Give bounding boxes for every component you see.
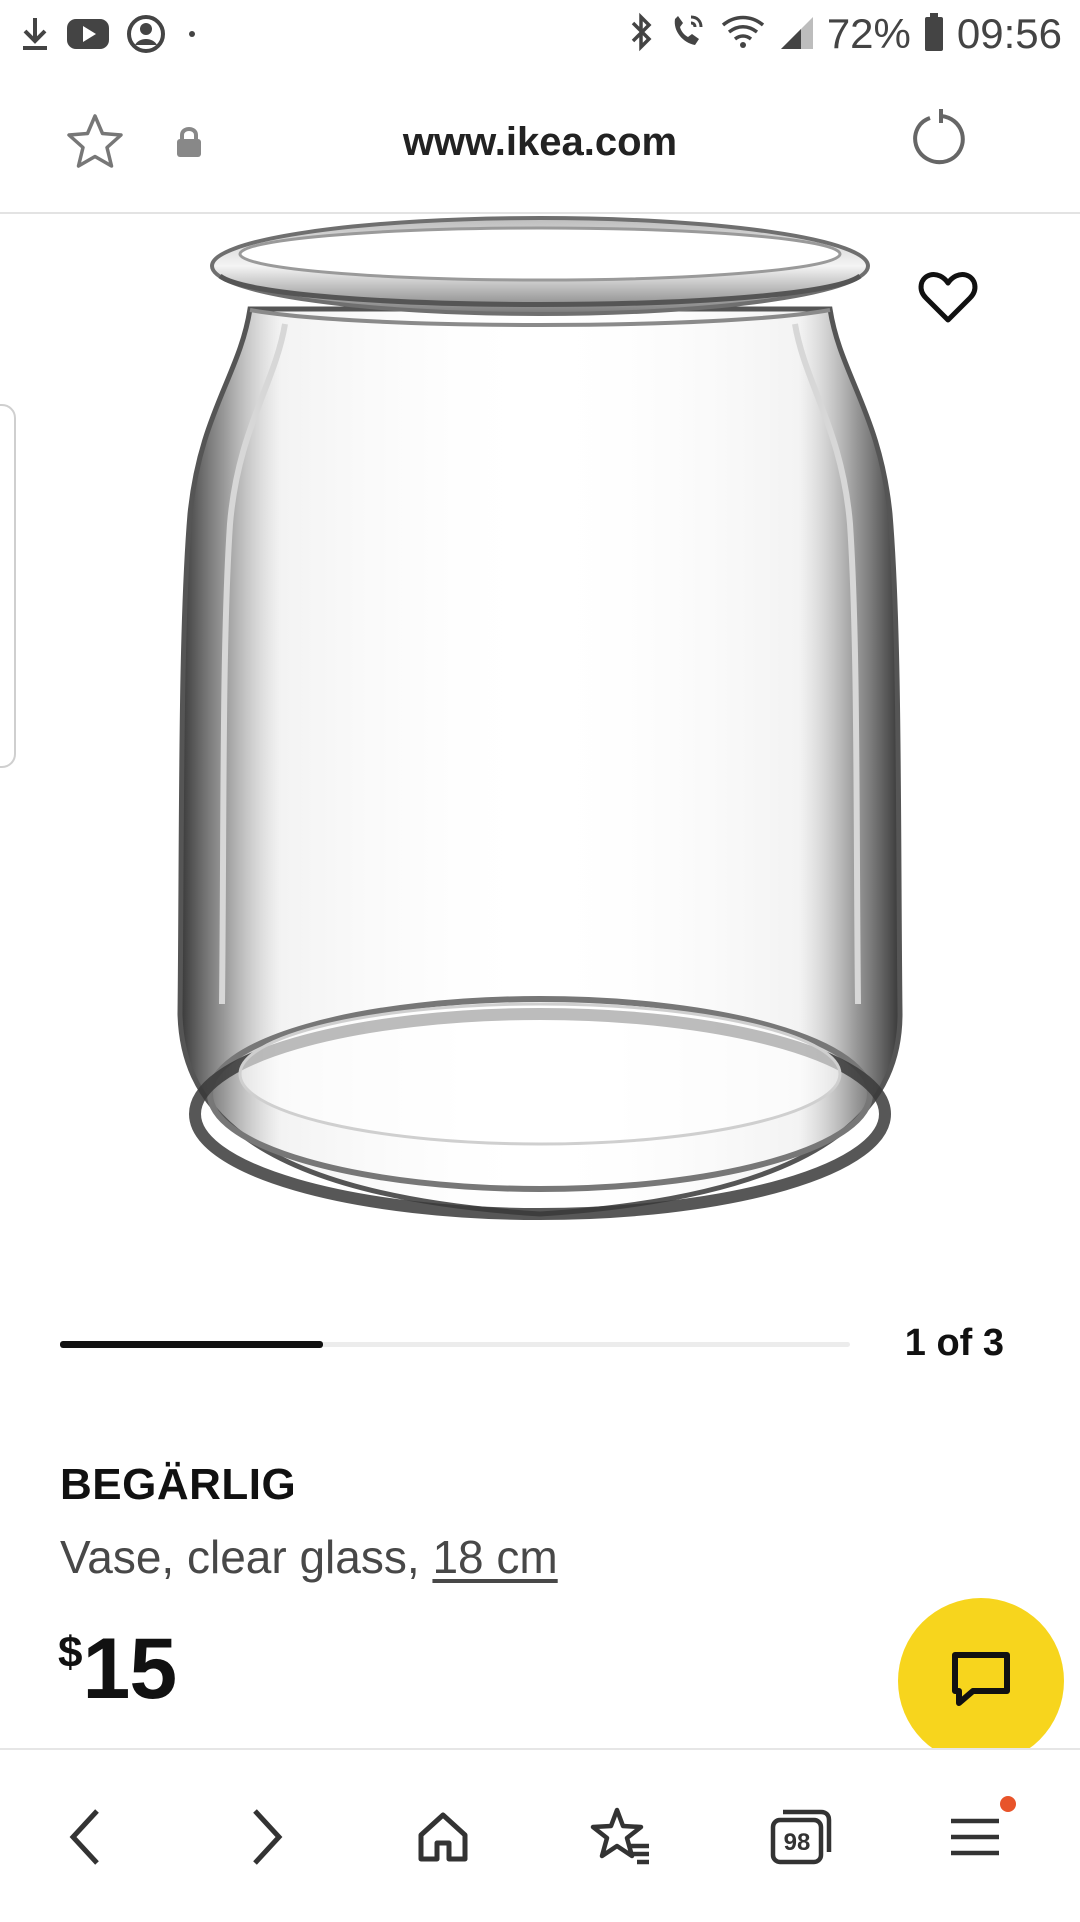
- bookmarks-button[interactable]: [576, 1794, 666, 1884]
- product-name: BEGÄRLIG: [60, 1460, 297, 1509]
- youtube-icon: [66, 17, 110, 56]
- menu-button[interactable]: [930, 1794, 1020, 1884]
- battery-percent: 72%: [826, 10, 911, 57]
- browser-bottom-nav: 98: [0, 1748, 1080, 1922]
- chat-button[interactable]: [898, 1598, 1064, 1764]
- gallery-position-label: 1 of 3: [904, 1322, 1004, 1364]
- product-size-link[interactable]: 18 cm: [432, 1531, 557, 1583]
- bookmarks-icon: [589, 1806, 653, 1873]
- price-amount: 15: [82, 1621, 177, 1717]
- home-button[interactable]: [398, 1794, 488, 1884]
- battery-icon: [923, 11, 945, 58]
- status-bar: 72% 09:56: [0, 0, 1080, 72]
- tabs-count: 98: [784, 1829, 811, 1856]
- reload-icon[interactable]: [908, 108, 970, 175]
- wifi-icon: [719, 11, 767, 58]
- bluetooth-icon: [629, 11, 655, 58]
- product-price: $15: [58, 1620, 177, 1719]
- vase-image: [177, 216, 903, 1220]
- back-button[interactable]: [40, 1794, 130, 1884]
- forward-button[interactable]: [222, 1794, 312, 1884]
- menu-icon: [945, 1807, 1005, 1872]
- clock: 09:56: [956, 10, 1062, 57]
- side-panel-handle[interactable]: [0, 404, 16, 768]
- download-icon: [20, 14, 50, 59]
- chat-icon: [949, 1649, 1013, 1714]
- status-bar-left: [20, 14, 202, 59]
- favorite-heart-icon[interactable]: [916, 266, 980, 330]
- wifi-call-icon: [667, 11, 707, 58]
- signal-icon: [779, 11, 815, 58]
- product-type: Vase, clear glass,: [60, 1531, 433, 1583]
- menu-notification-dot-icon: [998, 1794, 1018, 1819]
- product-image-area[interactable]: [0, 214, 1080, 1294]
- status-bar-right: 72% 09:56: [629, 10, 1062, 58]
- forward-icon: [247, 1807, 287, 1872]
- gallery-progress-fill: [60, 1341, 324, 1348]
- account-icon: [126, 14, 166, 59]
- home-icon: [413, 1807, 473, 1872]
- product-description: Vase, clear glass, 18 cm: [60, 1530, 558, 1584]
- back-icon: [65, 1807, 105, 1872]
- tabs-icon: 98: [769, 1806, 833, 1873]
- browser-toolbar: www.ikea.com: [0, 72, 1080, 214]
- tabs-button[interactable]: 98: [756, 1794, 846, 1884]
- gallery-progress-track[interactable]: [60, 1341, 850, 1348]
- notification-dot-icon: [182, 14, 202, 59]
- price-currency: $: [58, 1628, 83, 1677]
